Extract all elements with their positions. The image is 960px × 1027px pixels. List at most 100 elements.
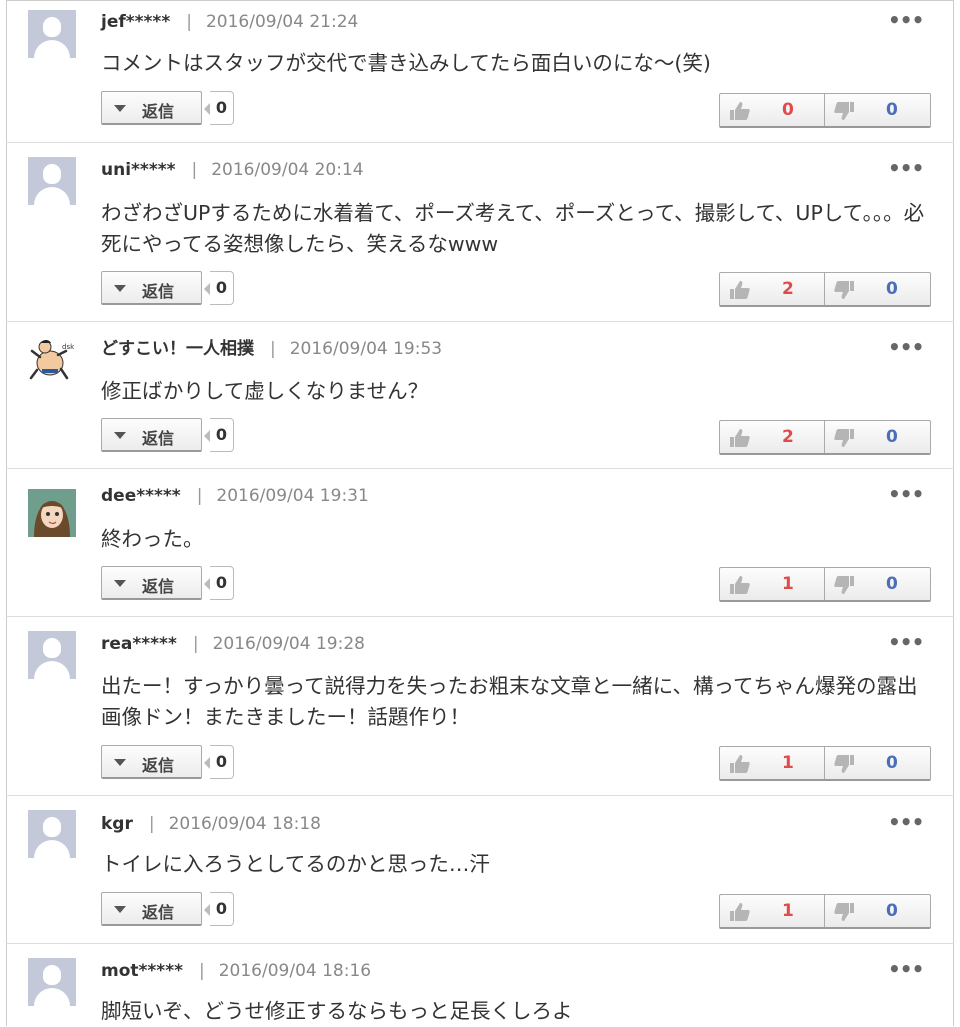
more-menu-icon[interactable]: ••• (888, 812, 924, 836)
comment-author[interactable]: どすこい！一人相撲 (101, 339, 254, 359)
thumbs-up-icon[interactable] (729, 101, 751, 121)
good-count[interactable]: 1 (782, 574, 794, 594)
reply-button-label: 返信 (142, 577, 175, 596)
reply-button[interactable]: 返信 (101, 745, 202, 779)
default-avatar-icon[interactable] (28, 810, 76, 858)
reply-button-label: 返信 (142, 429, 175, 448)
comment-author[interactable]: jef***** (101, 12, 170, 32)
reply-button[interactable]: 返信 (101, 418, 202, 452)
thumbs-up-icon[interactable] (729, 280, 751, 300)
default-avatar-icon[interactable] (28, 958, 76, 1006)
thumbs-down-icon[interactable] (833, 101, 855, 121)
vote-divider (824, 895, 825, 927)
bad-count[interactable]: 0 (886, 279, 898, 299)
comment-item: kgr | 2016/09/04 18:18 ••• トイレに入ろうとしてるのかと思… (6, 796, 954, 944)
comment-body: 脚短いぞ、どうせ修正するならもっと足長くしろよ (101, 999, 573, 1023)
vote-box: 1 0 (719, 746, 931, 781)
reply-count: 0 (204, 271, 234, 305)
comment-item: jef***** | 2016/09/04 21:24 ••• コメントはスタッフが… (6, 0, 954, 143)
good-count[interactable]: 1 (782, 901, 794, 921)
comment-author[interactable]: mot***** (101, 961, 183, 981)
good-count[interactable]: 1 (782, 753, 794, 773)
thumbs-down-icon[interactable] (833, 280, 855, 300)
meta-separator: | (196, 486, 203, 506)
thumbs-up-icon[interactable] (729, 902, 751, 922)
reply-count: 0 (204, 745, 234, 779)
bad-count[interactable]: 0 (886, 753, 898, 773)
default-avatar-icon[interactable] (28, 157, 76, 205)
good-count[interactable]: 2 (782, 427, 794, 447)
meta-separator: | (192, 634, 199, 654)
reply-button[interactable]: 返信 (101, 566, 202, 600)
comment-item: dee***** | 2016/09/04 19:31 ••• 終わった。 返信 0… (6, 469, 954, 617)
good-count[interactable]: 0 (782, 100, 794, 120)
default-avatar-icon[interactable] (28, 10, 76, 58)
more-menu-icon[interactable]: ••• (888, 337, 924, 361)
svg-text:dsk: dsk (62, 343, 75, 351)
comment-date: 2016/09/04 21:24 (205, 12, 359, 32)
more-menu-icon[interactable]: ••• (888, 484, 924, 508)
vote-divider (824, 273, 825, 305)
vote-divider (824, 747, 825, 779)
chevron-down-icon (114, 759, 126, 766)
chevron-down-icon (114, 105, 126, 112)
meta-separator: | (198, 961, 205, 981)
thumbs-up-icon[interactable] (729, 575, 751, 595)
thumbs-down-icon[interactable] (833, 428, 855, 448)
bad-count[interactable]: 0 (886, 901, 898, 921)
comment-body: コメントはスタッフが交代で書き込みしてたら面白いのにな～(笑) (101, 51, 711, 75)
comment-author[interactable]: uni***** (101, 160, 175, 180)
comment-body: トイレに入ろうとしてるのかと思った…汗 (101, 852, 490, 876)
comment-meta: rea***** | 2016/09/04 19:28 (101, 632, 365, 656)
more-menu-icon[interactable]: ••• (888, 10, 924, 34)
vote-box: 2 0 (719, 272, 931, 307)
anime-avatar-icon[interactable] (28, 489, 76, 537)
comment-meta: mot***** | 2016/09/04 18:16 (101, 959, 371, 983)
sumo-avatar-icon[interactable]: dsk (28, 335, 76, 383)
comment-date: 2016/09/04 18:16 (218, 961, 372, 981)
thumbs-down-icon[interactable] (833, 902, 855, 922)
reply-button-label: 返信 (142, 756, 175, 775)
chevron-down-icon (114, 432, 126, 439)
meta-separator: | (148, 814, 155, 834)
more-menu-icon[interactable]: ••• (888, 158, 924, 182)
meta-separator: | (191, 160, 198, 180)
comment-item: mot***** | 2016/09/04 18:16 ••• 脚短いぞ、どうせ修正… (6, 944, 954, 1026)
reply-button[interactable]: 返信 (101, 91, 202, 125)
comment-meta: どすこい！一人相撲 | 2016/09/04 19:53 (101, 337, 442, 361)
comment-author[interactable]: dee***** (101, 486, 181, 506)
more-menu-icon[interactable]: ••• (888, 632, 924, 656)
bad-count[interactable]: 0 (886, 100, 898, 120)
chevron-down-icon (114, 580, 126, 587)
reply-button[interactable]: 返信 (101, 892, 202, 926)
reply-button-label: 返信 (142, 102, 175, 121)
comment-meta: uni***** | 2016/09/04 20:14 (101, 158, 364, 182)
vote-box: 1 0 (719, 894, 931, 929)
vote-box: 2 0 (719, 420, 931, 455)
comment-author[interactable]: kgr (101, 814, 133, 834)
thumbs-down-icon[interactable] (833, 575, 855, 595)
comment-date: 2016/09/04 20:14 (211, 160, 364, 180)
comment-date: 2016/09/04 19:31 (216, 486, 369, 506)
reply-button[interactable]: 返信 (101, 271, 202, 305)
thumbs-up-icon[interactable] (729, 428, 751, 448)
default-avatar-icon[interactable] (28, 631, 76, 679)
reply-count: 0 (204, 892, 234, 926)
reply-count: 0 (204, 566, 234, 600)
reply-count: 0 (204, 418, 234, 452)
bad-count[interactable]: 0 (886, 427, 898, 447)
comment-item: dsk どすこい！一人相撲 | 2016/09/04 19:53 ••• 修正ばかり… (6, 322, 954, 469)
good-count[interactable]: 2 (782, 279, 794, 299)
meta-separator: | (186, 12, 192, 32)
comment-date: 2016/09/04 19:28 (212, 634, 365, 654)
vote-divider (824, 568, 825, 600)
comment-item: rea***** | 2016/09/04 19:28 ••• 出たー！すっかり曇っ… (6, 617, 954, 796)
bad-count[interactable]: 0 (886, 574, 898, 594)
thumbs-up-icon[interactable] (729, 754, 751, 774)
comment-body: 終わった。 (101, 527, 204, 551)
comment-author[interactable]: rea***** (101, 634, 177, 654)
more-menu-icon[interactable]: ••• (888, 959, 924, 983)
comment-date: 2016/09/04 19:53 (289, 339, 443, 359)
vote-divider (824, 421, 825, 453)
thumbs-down-icon[interactable] (833, 754, 855, 774)
